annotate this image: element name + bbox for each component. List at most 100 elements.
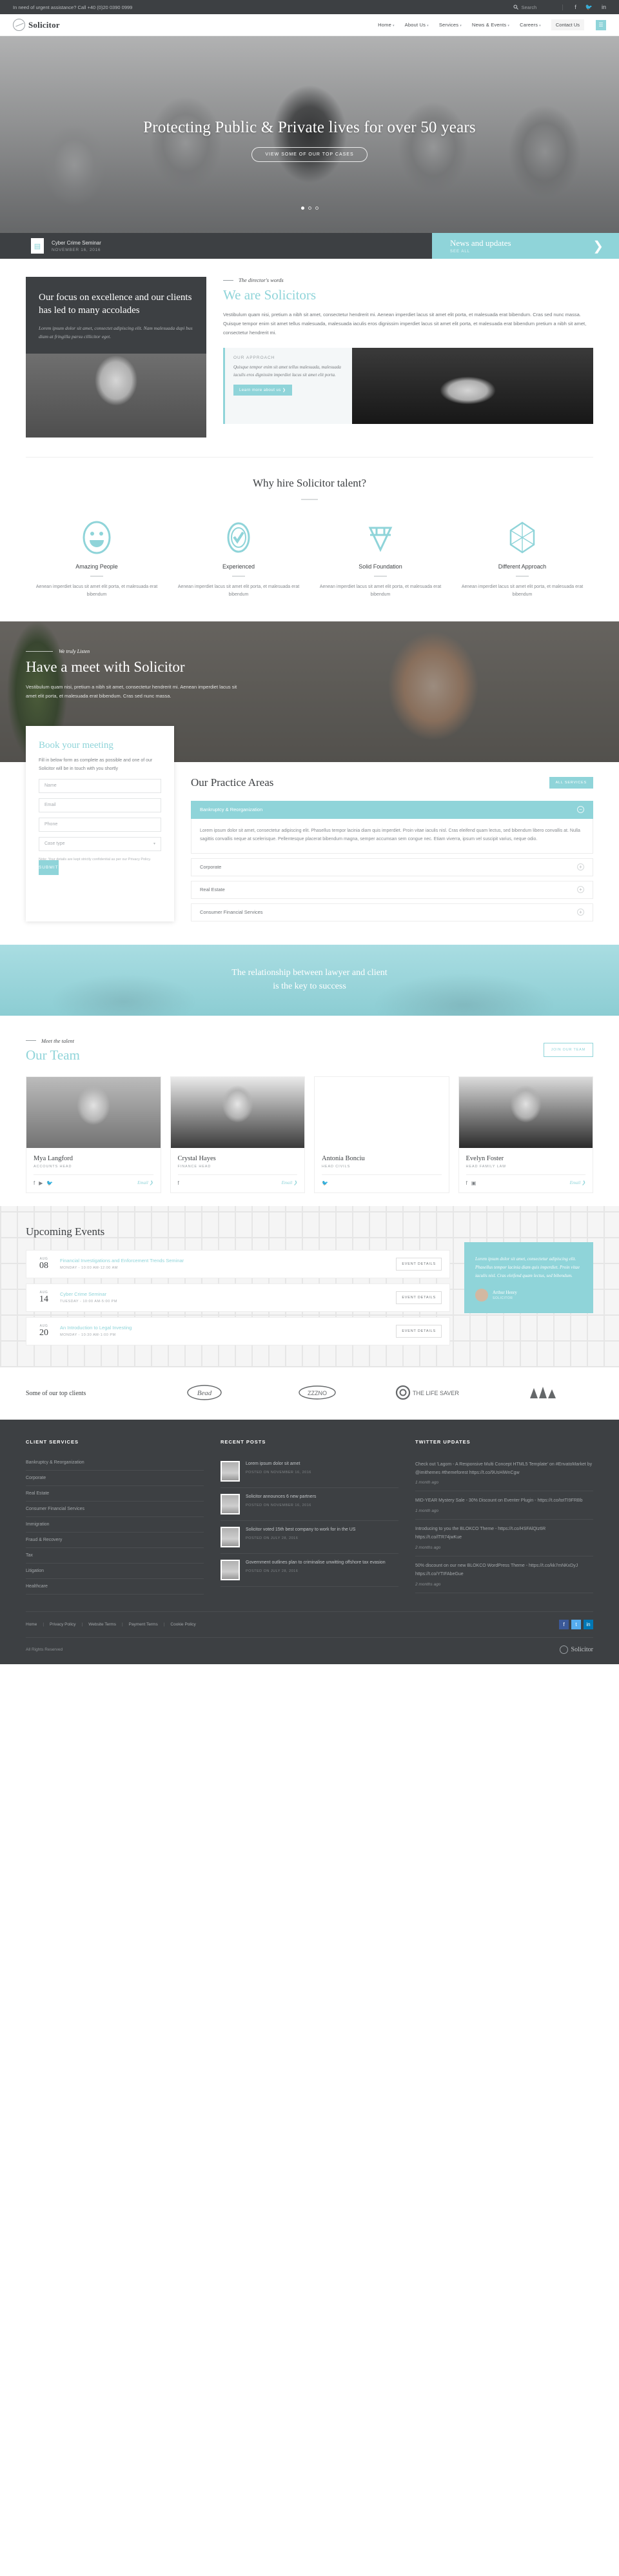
team-card[interactable]: Evelyn Foster HEAD FAMILY LAW f ▣ Email … xyxy=(458,1076,593,1193)
menu-toggle-button[interactable]: ☰ xyxy=(596,19,606,30)
event-row[interactable]: AUG 20 An Introduction to Legal Investin… xyxy=(26,1316,450,1345)
accordion-item-real-estate[interactable]: Real Estate + xyxy=(191,880,593,899)
accordion-item-corporate[interactable]: Corporate + xyxy=(191,858,593,876)
event-row[interactable]: AUG 14 Cyber Crime Seminar TUESDAY - 10:… xyxy=(26,1283,450,1312)
accordion-item-consumer-financial[interactable]: Consumer Financial Services + xyxy=(191,903,593,921)
footer-link[interactable]: Bankruptcy & Reorganization xyxy=(26,1455,204,1471)
facebook-icon[interactable]: f xyxy=(575,4,576,10)
feature-card-experienced: Experienced Aenean imperdiet lacus sit a… xyxy=(168,518,310,599)
footer-link[interactable]: Litigation xyxy=(26,1564,204,1579)
team-email-link[interactable]: Email ❯ xyxy=(570,1180,585,1185)
client-logo-life-saver[interactable]: THE LIFE SAVER xyxy=(379,1384,480,1403)
nav-item-careers[interactable]: Careers ▾ xyxy=(520,22,541,28)
footer-legal-home[interactable]: Home xyxy=(26,1622,37,1627)
team-email-link[interactable]: Email ❯ xyxy=(137,1180,153,1185)
email-field[interactable]: Email xyxy=(39,798,161,812)
event-row[interactable]: AUG 08 Financial Investigations and Enfo… xyxy=(26,1249,450,1278)
all-services-button[interactable]: ALL SERVICES xyxy=(549,776,593,789)
team-card[interactable]: Mya Langford ACCOUNTS HEAD f ▶ 🐦 Email ❯ xyxy=(26,1076,161,1193)
linkedin-icon[interactable]: in xyxy=(584,1619,593,1629)
footer-legal-cookie-policy[interactable]: Cookie Policy xyxy=(170,1622,195,1627)
accordion-item-bankruptcy[interactable]: Bankruptcy & Reorganization − xyxy=(191,800,593,819)
twitter-icon[interactable]: 🐦 xyxy=(585,4,593,11)
urgent-phone-text: In need of urgent assistance? Call +40 (… xyxy=(13,4,133,10)
event-title[interactable]: Financial Investigations and Enforcement… xyxy=(60,1258,396,1263)
facebook-icon[interactable]: f xyxy=(34,1180,35,1186)
svg-text:ZZZNO: ZZZNO xyxy=(308,1390,327,1396)
carousel-dot-3[interactable] xyxy=(315,206,319,210)
footer-link[interactable]: Corporate xyxy=(26,1471,204,1486)
twitter-icon[interactable]: 🐦 xyxy=(322,1180,328,1186)
footer-legal-payment-terms[interactable]: Payment Terms xyxy=(129,1622,158,1627)
facebook-icon[interactable]: f xyxy=(466,1180,467,1186)
join-our-team-button[interactable]: JOIN OUR TEAM xyxy=(543,1042,593,1057)
carousel-dot-2[interactable] xyxy=(308,206,311,210)
nav-label: Home xyxy=(378,22,391,28)
feature-divider xyxy=(374,576,387,577)
footer-link[interactable]: Tax xyxy=(26,1548,204,1564)
footer-legal-privacy[interactable]: Privacy Policy xyxy=(50,1622,75,1627)
news-latest-item[interactable]: ▤ Cyber Crime Seminar NOVEMBER 16, 2016 xyxy=(0,233,432,259)
footer-link[interactable]: Immigration xyxy=(26,1517,204,1533)
booking-submit-button[interactable]: SUBMIT xyxy=(39,860,59,876)
contact-us-button[interactable]: Contact Us xyxy=(551,19,584,30)
linkedin-icon[interactable]: in xyxy=(602,4,606,10)
client-logo-pine[interactable] xyxy=(492,1384,593,1403)
team-card[interactable]: Antonia Bonciu HEAD CIVILS 🐦 xyxy=(314,1076,449,1193)
learn-more-button[interactable]: Learn more about us ❯ xyxy=(233,385,292,396)
event-date: AUG 20 xyxy=(34,1324,54,1338)
tweet-item[interactable]: Introducing to you the BLOKCO Theme - ht… xyxy=(415,1520,593,1557)
separator: | xyxy=(81,1622,83,1627)
director-heading: We are Solicitors xyxy=(223,287,317,303)
event-details-button[interactable]: EVENT DETAILS xyxy=(396,1324,442,1338)
footer-post[interactable]: Solicitor announces 6 new partners POSTE… xyxy=(221,1488,398,1521)
event-time: TUESDAY - 10:00 AM-5:00 PM xyxy=(60,1300,117,1304)
news-see-all-panel[interactable]: News and updates SEE ALL ❯ xyxy=(432,233,619,259)
footer-post[interactable]: Solicitor voted 15th best company to wor… xyxy=(221,1521,398,1554)
nav-label: News & Events xyxy=(471,22,507,28)
event-title[interactable]: Cyber Crime Seminar xyxy=(60,1291,396,1297)
footer-logo[interactable]: Solicitor xyxy=(559,1645,593,1654)
footer-legal-website-terms[interactable]: Website Terms xyxy=(88,1622,116,1627)
tweet-item[interactable]: Check out 'Lagom - A Responsive Multi Co… xyxy=(415,1455,593,1492)
case-type-select[interactable]: Case type ▾ xyxy=(39,836,161,851)
event-title[interactable]: An Introduction to Legal Investing xyxy=(60,1325,396,1331)
footer-link[interactable]: Consumer Financial Services xyxy=(26,1502,204,1517)
event-details-button[interactable]: EVENT DETAILS xyxy=(396,1257,442,1271)
phone-field[interactable]: Phone xyxy=(39,817,161,832)
footer-link[interactable]: Fraud & Recovery xyxy=(26,1533,204,1548)
footer-link[interactable]: Healthcare xyxy=(26,1579,204,1595)
team-email-link[interactable]: Email ❯ xyxy=(282,1180,297,1185)
heading-divider xyxy=(301,499,318,501)
footer-recent-posts: RECENT POSTS Lorem ipsum dolor sit amet … xyxy=(221,1439,398,1595)
accordion-label: Corporate xyxy=(200,864,222,870)
footer-post[interactable]: Lorem ipsum dolor sit amet POSTED ON NOV… xyxy=(221,1455,398,1488)
nav-item-about[interactable]: About Us ▾ xyxy=(405,22,429,28)
nav-item-news-events[interactable]: News & Events ▾ xyxy=(472,22,509,28)
tweet-item[interactable]: MID-YEAR Mystery Sale - 30% Discount on … xyxy=(415,1491,593,1520)
name-field[interactable]: Name xyxy=(39,778,161,793)
hero-cta-button[interactable]: VIEW SOME OF OUR TOP CASES xyxy=(251,147,368,162)
tweet-item[interactable]: 50% discount on our new BLOKCO WordPress… xyxy=(415,1556,593,1594)
hero-carousel-dots[interactable] xyxy=(0,206,619,210)
team-card[interactable]: Crystal Hayes FINANCE HEAD f Email ❯ xyxy=(170,1076,305,1193)
client-logo-zzzno[interactable]: ZZZNO xyxy=(266,1384,368,1403)
twitter-icon[interactable]: t xyxy=(571,1619,581,1629)
nav-item-services[interactable]: Services ▾ xyxy=(439,22,462,28)
event-details-button[interactable]: EVENT DETAILS xyxy=(396,1291,442,1304)
instagram-icon[interactable]: ▣ xyxy=(471,1180,477,1186)
client-logo-bead[interactable]: Bead xyxy=(153,1384,255,1403)
tweet-time: 2 months ago xyxy=(415,1582,441,1587)
site-logo[interactable]: Solicitor xyxy=(13,19,60,31)
carousel-dot-1[interactable] xyxy=(300,206,304,210)
logo-mark-icon xyxy=(559,1645,568,1654)
twitter-icon[interactable]: 🐦 xyxy=(46,1180,53,1186)
nav-item-home[interactable]: Home ▾ xyxy=(378,22,395,28)
youtube-icon[interactable]: ▶ xyxy=(39,1180,43,1186)
footer-link[interactable]: Real Estate xyxy=(26,1486,204,1502)
search-input[interactable]: Search xyxy=(513,4,564,10)
facebook-icon[interactable]: f xyxy=(559,1619,569,1629)
practice-accordion: Bankruptcy & Reorganization − Lorem ipsu… xyxy=(191,800,593,921)
footer-post[interactable]: Government outlines plan to criminalise … xyxy=(221,1554,398,1587)
facebook-icon[interactable]: f xyxy=(178,1180,179,1186)
